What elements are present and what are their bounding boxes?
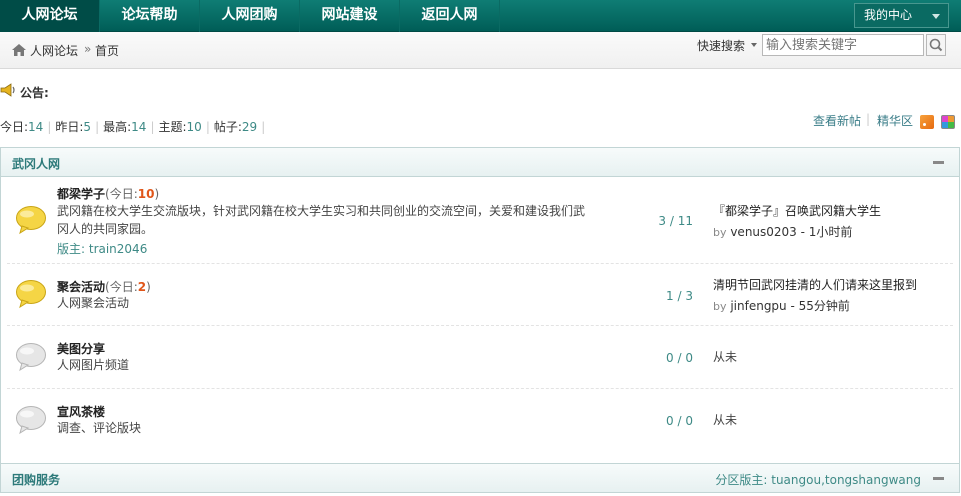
last-post-user-link[interactable]: venus0203	[730, 225, 797, 239]
forum-counts: 3 / 11	[658, 214, 693, 228]
category-title[interactable]: 团购服务	[12, 471, 60, 488]
last-post-title-link[interactable]: 清明节回武冈挂清的人们请来这里报到	[713, 276, 917, 293]
last-post-never: 从未	[713, 350, 738, 364]
stats-today-value: 14	[28, 120, 44, 134]
forum-description: 武冈籍在校大学生交流版块，针对武冈籍在校大学生实习和共同创业的交流空间，关爱和建…	[57, 204, 586, 236]
search-input[interactable]	[762, 34, 924, 56]
stats-separator: |	[150, 120, 155, 134]
today-prefix: (今日:	[105, 280, 138, 294]
last-post-by: by	[713, 300, 727, 313]
forum-counts: 0 / 0	[666, 351, 693, 365]
last-post-title-link[interactable]: 『都梁学子』召唤武冈籍大学生	[713, 202, 881, 219]
last-post-info: by jinfengpu - 55分钟前	[713, 297, 850, 314]
nav-site-building[interactable]: 网站建设	[300, 0, 400, 32]
stats-yesterday-label: 昨日:	[55, 120, 84, 134]
stats-posts-value: 29	[241, 120, 258, 134]
forum-new-icon	[16, 280, 46, 309]
stats-max-label: 最高:	[103, 120, 132, 134]
forum-moderator-link[interactable]: 版主: train2046	[57, 240, 147, 257]
chevron-down-icon	[932, 14, 940, 19]
breadcrumb-current: 首页	[95, 44, 120, 58]
category-header: 团购服务 分区版主: tuangou,tongshangwang	[0, 463, 960, 493]
forum-row: 聚会活动(今日:2) 人网聚会活动 1 / 3 清明节回武冈挂清的人们请来这里报…	[0, 264, 960, 326]
announcement-icon	[0, 83, 15, 97]
collapse-icon[interactable]	[933, 161, 944, 164]
stats-separator: |	[205, 120, 210, 134]
forum-stats: 今日:14 | 昨日:5 | 最高:14 | 主题:10 | 帖子:29 |	[0, 118, 269, 135]
forum-row: 都梁学子(今日:10) 武冈籍在校大学生交流版块，针对武冈籍在校大学生实习和共同…	[0, 177, 960, 264]
today-suffix: )	[154, 187, 160, 201]
forum-row: 宣风茶楼 调查、评论版块 0 / 0 从未	[0, 389, 960, 463]
forum-new-icon	[16, 206, 46, 235]
user-center-label: 我的中心	[864, 8, 913, 22]
forum-description: 调查、评论版块	[57, 421, 142, 435]
breadcrumb-bar: 人网论坛 » 首页 快速搜索	[0, 32, 961, 69]
nav-group-buy[interactable]: 人网团购	[200, 0, 300, 32]
last-post-never: 从未	[713, 413, 738, 427]
breadcrumb-home-link[interactable]: 人网论坛	[30, 42, 78, 59]
nav-forum-help[interactable]: 论坛帮助	[100, 0, 200, 32]
stats-threads-label: 主题:	[158, 120, 187, 134]
stats-posts-label: 帖子:	[213, 120, 242, 134]
forum-name-link[interactable]: 聚会活动	[57, 280, 105, 294]
nav-forum-home[interactable]: 人网论坛	[0, 0, 100, 32]
color-icon[interactable]	[941, 115, 955, 129]
forum-counts: 1 / 3	[666, 289, 693, 303]
forum-description: 人网聚会活动	[57, 296, 130, 310]
last-post-user-link[interactable]: jinfengpu	[730, 299, 786, 313]
view-new-posts-link[interactable]: 查看新帖	[813, 112, 861, 129]
rss-icon[interactable]	[920, 115, 934, 129]
forum-old-icon	[16, 343, 46, 372]
today-count: 2	[137, 280, 147, 294]
today-count: 10	[137, 187, 155, 201]
user-center-dropdown[interactable]: 我的中心	[854, 3, 949, 28]
top-nav: 人网论坛 论坛帮助 人网团购 网站建设 返回人网 我的中心	[0, 0, 961, 32]
last-post-time: - 55分钟前	[790, 299, 850, 313]
stats-max-value: 14	[131, 120, 147, 134]
nav-back-to-site[interactable]: 返回人网	[400, 0, 500, 32]
category-moderators-link[interactable]: 分区版主: tuangou,tongshangwang	[715, 471, 921, 488]
stats-separator: |	[261, 120, 266, 134]
stats-separator: |	[95, 120, 100, 134]
forum-old-icon	[16, 406, 46, 435]
forum-counts: 0 / 0	[666, 414, 693, 428]
home-icon[interactable]	[11, 43, 27, 57]
category-header: 武冈人网	[0, 147, 960, 177]
forum-title: 聚会活动(今日:2)	[57, 278, 151, 295]
announcement-label: 公告:	[20, 86, 49, 100]
breadcrumb-separator: »	[84, 42, 92, 56]
last-post-by: by	[713, 226, 727, 239]
quick-search-arrow-icon[interactable]	[751, 43, 757, 47]
forum-today: (今日:2)	[105, 280, 151, 294]
digest-link[interactable]: 精华区	[877, 112, 913, 129]
search-button[interactable]	[926, 34, 946, 56]
forum-row: 美图分享 人网图片频道 0 / 0 从未	[0, 326, 960, 389]
forum-name-link[interactable]: 都梁学子	[57, 187, 105, 201]
forum-title: 都梁学子(今日:10)	[57, 185, 159, 202]
forum-name-link[interactable]: 美图分享	[57, 340, 105, 357]
forum-today: (今日:10)	[105, 187, 159, 201]
category-title[interactable]: 武冈人网	[12, 155, 60, 172]
links-separator: |	[866, 112, 871, 126]
quick-search-menu[interactable]: 快速搜索	[697, 37, 745, 54]
today-prefix: (今日:	[105, 187, 138, 201]
stats-separator: |	[47, 120, 52, 134]
stats-threads-value: 10	[186, 120, 202, 134]
forum-name-link[interactable]: 宣风茶楼	[57, 403, 105, 420]
stats-today-label: 今日:	[0, 120, 29, 134]
last-post-time: - 1小时前	[800, 225, 853, 239]
forum-description: 人网图片频道	[57, 358, 130, 372]
collapse-icon[interactable]	[933, 477, 944, 480]
today-suffix: )	[146, 280, 151, 294]
last-post-info: by venus0203 - 1小时前	[713, 223, 852, 240]
stats-yesterday-value: 5	[83, 120, 92, 134]
search-icon	[929, 38, 943, 52]
